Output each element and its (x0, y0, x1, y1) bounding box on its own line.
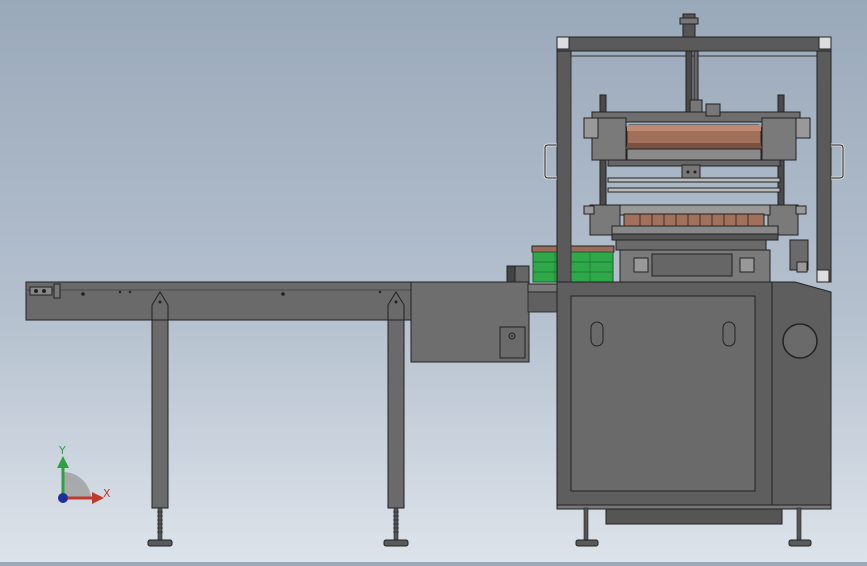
control-knob[interactable] (782, 323, 818, 359)
conveyor-leg-left (147, 291, 173, 547)
y-axis-label: Y (58, 444, 66, 457)
cad-viewport[interactable]: Y X (0, 0, 867, 562)
cabinet-foot-right (788, 507, 812, 547)
cabinet-door[interactable] (570, 295, 756, 492)
sealing-roller (623, 213, 765, 227)
top-lift-column (679, 13, 817, 122)
conveyor-bed (25, 281, 417, 321)
sealing-roller-assembly (583, 204, 809, 283)
cabinet-foot-left (575, 507, 599, 547)
drive-access-panel (499, 326, 526, 359)
conveyor-leg-right (383, 291, 409, 547)
infeed-conveyor (25, 281, 417, 547)
main-cabinet (556, 281, 832, 547)
z-axis-dot (58, 493, 68, 503)
x-axis-label: X (103, 487, 111, 500)
coordinate-triad: Y X (57, 444, 111, 504)
conveyor-end-bracket (29, 286, 53, 296)
drive-box (410, 281, 559, 363)
